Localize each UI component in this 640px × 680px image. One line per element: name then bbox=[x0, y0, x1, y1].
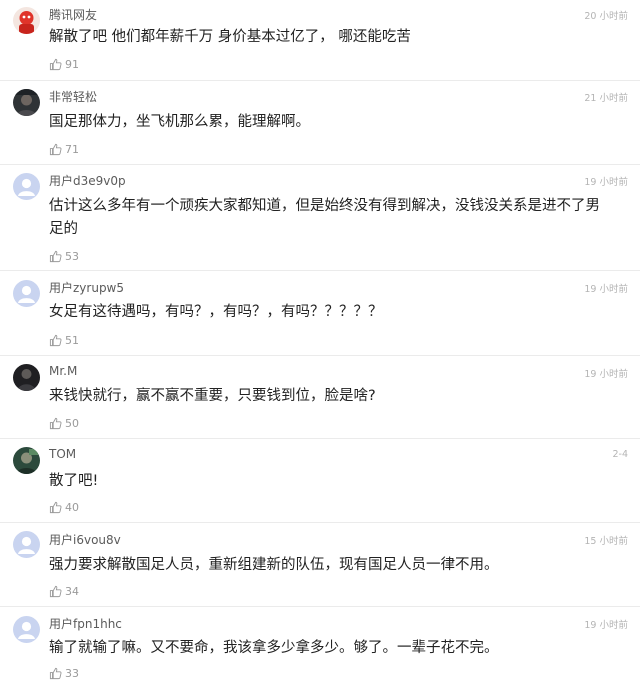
divider bbox=[0, 270, 640, 271]
comment-text: 国足那体力，坐飞机那么累，能理解啊。 bbox=[49, 114, 310, 130]
like-count: 71 bbox=[65, 143, 79, 156]
divider bbox=[0, 164, 640, 165]
timestamp: 19 小时前 bbox=[584, 369, 628, 380]
avatar[interactable] bbox=[13, 7, 40, 34]
timestamp: 19 小时前 bbox=[584, 177, 628, 188]
username[interactable]: 用户fpn1hhc bbox=[49, 615, 122, 632]
username[interactable]: 用户zyrupw5 bbox=[49, 279, 124, 296]
thumbs-up-icon bbox=[49, 250, 62, 263]
like-button[interactable]: 33 bbox=[49, 667, 79, 680]
like-count: 34 bbox=[65, 585, 79, 598]
like-button[interactable]: 34 bbox=[49, 585, 79, 598]
photo-avatar-icon bbox=[13, 447, 40, 474]
photo-avatar-icon bbox=[13, 364, 40, 391]
divider bbox=[0, 355, 640, 356]
timestamp: 20 小时前 bbox=[584, 11, 628, 22]
like-count: 51 bbox=[65, 334, 79, 347]
default-user-icon bbox=[13, 280, 40, 307]
divider bbox=[0, 522, 640, 523]
like-count: 50 bbox=[65, 417, 79, 430]
thumbs-up-icon bbox=[49, 334, 62, 347]
username[interactable]: Mr.M bbox=[49, 364, 77, 378]
username[interactable]: 用户i6vou8v bbox=[49, 531, 121, 548]
username[interactable]: TOM bbox=[49, 447, 76, 461]
avatar[interactable] bbox=[13, 616, 40, 643]
like-button[interactable]: 51 bbox=[49, 334, 79, 347]
thumbs-up-icon bbox=[49, 585, 62, 598]
like-button[interactable]: 53 bbox=[49, 250, 79, 263]
timestamp: 21 小时前 bbox=[584, 93, 628, 104]
like-count: 33 bbox=[65, 667, 79, 680]
thumbs-up-icon bbox=[49, 667, 62, 680]
username[interactable]: 非常轻松 bbox=[49, 88, 97, 105]
avatar[interactable] bbox=[13, 173, 40, 200]
red-character-avatar-icon bbox=[13, 7, 40, 34]
comment-text: 解散了吧 他们都年薪千万 身价基本过亿了， 哪还能吃苦 bbox=[49, 29, 411, 45]
username[interactable]: 腾讯网友 bbox=[49, 6, 97, 23]
divider bbox=[0, 606, 640, 607]
comment-text: 女足有这待遇吗，有吗？，有吗？，有吗？？？？？ bbox=[49, 304, 383, 320]
comment-text: 来钱快就行，赢不赢不重要，只要钱到位，脸是啥? bbox=[49, 388, 376, 404]
like-button[interactable]: 91 bbox=[49, 58, 79, 71]
avatar[interactable] bbox=[13, 531, 40, 558]
like-count: 40 bbox=[65, 501, 79, 514]
thumbs-up-icon bbox=[49, 58, 62, 71]
username[interactable]: 用户d3e9v0p bbox=[49, 172, 126, 189]
thumbs-up-icon bbox=[49, 417, 62, 430]
avatar[interactable] bbox=[13, 447, 40, 474]
default-user-icon bbox=[13, 531, 40, 558]
thumbs-up-icon bbox=[49, 143, 62, 156]
photo-avatar-icon bbox=[13, 89, 40, 116]
timestamp: 15 小时前 bbox=[584, 536, 628, 547]
comment-text: 强力要求解散国足人员，重新组建新的队伍，现有国足人员一律不用。 bbox=[49, 557, 499, 573]
comment-text: 输了就输了嘛。又不要命，我该拿多少拿多少。够了。一辈子花不完。 bbox=[49, 640, 499, 656]
divider bbox=[0, 80, 640, 81]
like-count: 91 bbox=[65, 58, 79, 71]
like-count: 53 bbox=[65, 250, 79, 263]
like-button[interactable]: 71 bbox=[49, 143, 79, 156]
timestamp: 19 小时前 bbox=[584, 284, 628, 295]
thumbs-up-icon bbox=[49, 501, 62, 514]
timestamp: 19 小时前 bbox=[584, 620, 628, 631]
avatar[interactable] bbox=[13, 280, 40, 307]
default-user-icon bbox=[13, 616, 40, 643]
comment-text: 散了吧! bbox=[49, 473, 99, 489]
like-button[interactable]: 40 bbox=[49, 501, 79, 514]
avatar[interactable] bbox=[13, 364, 40, 391]
default-user-icon bbox=[13, 173, 40, 200]
comment-text: 估计这么多年有一个顽疾大家都知道，但是始终没有得到解决，没钱没关系是进不了男足的 bbox=[49, 198, 600, 237]
divider bbox=[0, 438, 640, 439]
like-button[interactable]: 50 bbox=[49, 417, 79, 430]
timestamp: 2-4 bbox=[612, 449, 628, 460]
avatar[interactable] bbox=[13, 89, 40, 116]
